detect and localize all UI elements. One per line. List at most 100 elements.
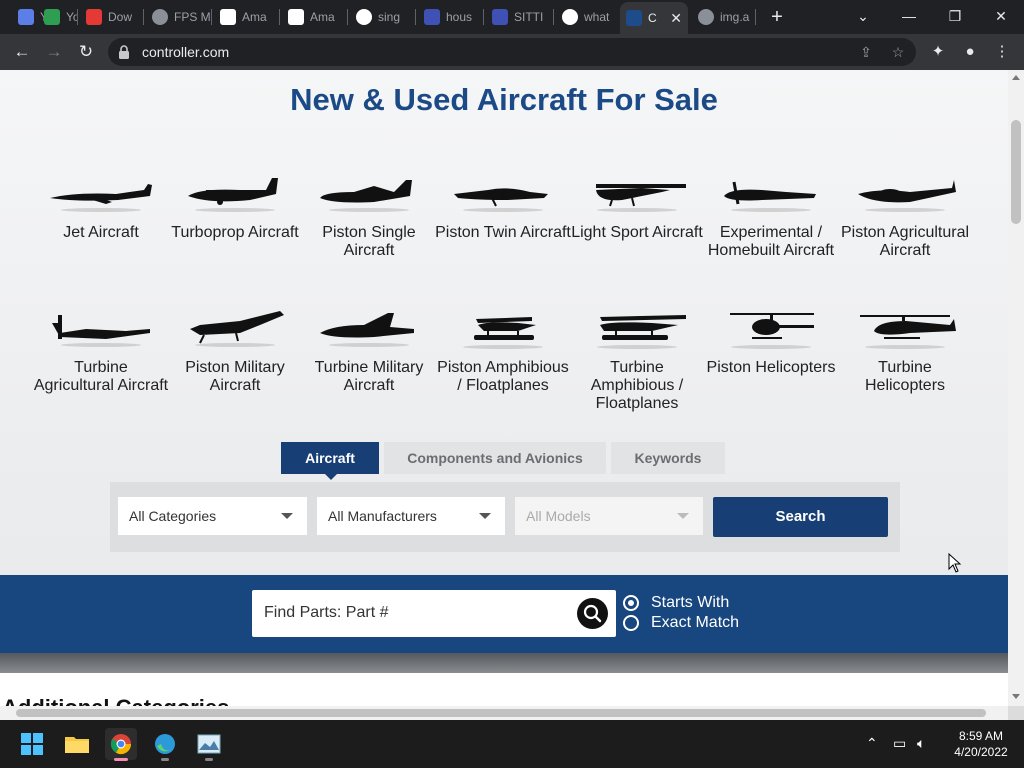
close-tab-icon[interactable]: ✕	[664, 10, 682, 27]
category-light-sport-aircraft[interactable]: Light Sport Aircraft	[569, 168, 705, 242]
browser-tab[interactable]: SITTI	[486, 4, 554, 30]
controller-icon	[626, 10, 642, 26]
check-icon	[44, 9, 60, 25]
scroll-thumb[interactable]	[1011, 120, 1021, 224]
tab-aircraft[interactable]: Aircraft	[281, 442, 379, 480]
turbine-military-aircraft-icon	[320, 313, 414, 347]
category-label: Jet Aircraft	[63, 224, 139, 241]
scroll-thumb[interactable]	[16, 709, 986, 717]
scroll-up-icon[interactable]	[1012, 75, 1020, 80]
horizontal-scrollbar[interactable]	[0, 706, 1008, 720]
chevron-down-icon	[677, 513, 689, 519]
address-bar[interactable]: controller.com ⇪ ☆	[108, 38, 916, 66]
page-title: New & Used Aircraft For Sale	[290, 82, 718, 117]
category-piston-helicopters[interactable]: Piston Helicopters	[703, 303, 839, 377]
google-icon	[562, 9, 578, 25]
category-piston-twin-aircraft[interactable]: Piston Twin Aircraft	[435, 168, 571, 242]
bookmark-star-icon[interactable]: ☆	[890, 44, 906, 60]
amazon-icon	[220, 9, 236, 25]
category-select[interactable]: All Categories	[118, 497, 307, 535]
category-piston-amphibious-floatplanes[interactable]: Piston Amphibious / Floatplanes	[435, 303, 571, 395]
model-select[interactable]: All Models	[515, 497, 703, 535]
browser-tab[interactable]: Yo	[38, 4, 78, 30]
piston-helicopter-icon	[730, 313, 814, 349]
category-jet-aircraft[interactable]: Jet Aircraft	[33, 168, 169, 242]
category-turbine-amphibious-floatplanes[interactable]: Turbine Amphibious / Floatplanes	[569, 303, 705, 413]
radio-starts-with[interactable]: Starts With	[623, 593, 729, 613]
browser-tab[interactable]: hous	[418, 4, 484, 30]
restore-icon[interactable]: ❐	[940, 4, 970, 28]
edge-icon[interactable]	[149, 728, 181, 761]
category-piston-single-aircraft[interactable]: Piston Single Aircraft	[301, 168, 437, 260]
google-icon	[356, 9, 372, 25]
close-window-icon[interactable]: ✕	[986, 4, 1016, 28]
category-label: Light Sport Aircraft	[571, 224, 703, 241]
new-tab-icon[interactable]: +	[766, 6, 788, 28]
jet-aircraft-icon	[50, 184, 152, 212]
system-clock[interactable]: 8:59 AM 4/20/2022	[946, 728, 1016, 760]
search-button[interactable]: Search	[713, 497, 888, 537]
additional-categories-heading: Additional Categories	[2, 695, 229, 706]
browser-tab[interactable]: what	[556, 4, 620, 30]
windows-start-icon[interactable]	[16, 728, 48, 760]
category-label: Piston Single Aircraft	[322, 224, 416, 259]
file-explorer-icon[interactable]	[61, 728, 93, 760]
tab-keywords[interactable]: Keywords	[611, 442, 725, 474]
find-parts-section: Find Parts: Part # Starts With Exact Mat…	[0, 575, 1008, 653]
menu-icon[interactable]: ⋮	[992, 42, 1012, 62]
aircraft-search-panel: All Categories All Manufacturers All Mod…	[110, 482, 900, 552]
radio-selected-icon	[623, 595, 639, 611]
extensions-icon[interactable]: ✦	[928, 42, 948, 62]
forward-icon[interactable]: →	[42, 40, 66, 64]
browser-tab[interactable]: Ama	[282, 4, 348, 30]
browser-tab-active[interactable]: C ✕	[620, 2, 688, 34]
chevron-down-icon	[479, 513, 491, 519]
category-turbine-agricultural-aircraft[interactable]: Turbine Agricultural Aircraft	[33, 303, 169, 395]
arrow-icon	[86, 9, 102, 25]
browser-tab-strip: Yo Yo Dow FPS M Ama Ama sing hous SITTI …	[0, 0, 1024, 34]
category-turboprop-aircraft[interactable]: Turboprop Aircraft	[167, 168, 303, 242]
scroll-corner	[1008, 706, 1024, 720]
taskbar: ⌃ ▭ 🔈︎ 8:59 AM 4/20/2022	[0, 720, 1024, 768]
network-icon[interactable]: ▭	[893, 735, 906, 752]
browser-tab[interactable]: FPS M	[146, 4, 212, 30]
turbine-helicopter-icon	[860, 315, 956, 349]
chevron-up-icon[interactable]: ⌃	[866, 735, 878, 752]
vertical-scrollbar[interactable]	[1008, 70, 1024, 706]
photos-icon[interactable]	[193, 728, 225, 761]
volume-icon[interactable]: 🔈︎	[917, 735, 925, 752]
tab-components-avionics[interactable]: Components and Avionics	[384, 442, 606, 474]
category-piston-military-aircraft[interactable]: Piston Military Aircraft	[167, 303, 303, 395]
category-label: Experimental / Homebuilt Aircraft	[707, 224, 835, 259]
part-number-input[interactable]: Find Parts: Part #	[252, 590, 616, 637]
category-experimental-homebuilt-aircraft[interactable]: Experimental / Homebuilt Aircraft	[703, 168, 839, 260]
share-icon[interactable]: ⇪	[858, 44, 874, 60]
minimize-icon[interactable]: —	[894, 4, 924, 28]
page-viewport: New & Used Aircraft For Sale Jet Aircraf…	[0, 70, 1024, 720]
radio-exact-match[interactable]: Exact Match	[623, 613, 739, 633]
clock-time: 8:59 AM	[958, 729, 1004, 743]
scroll-down-icon[interactable]	[1012, 694, 1020, 699]
piston-agricultural-aircraft-icon	[858, 180, 956, 212]
browser-tab[interactable]: sing	[350, 4, 416, 30]
browser-tab[interactable]: Dow	[80, 4, 144, 30]
category-turbine-military-aircraft[interactable]: Turbine Military Aircraft	[301, 303, 437, 395]
category-piston-agricultural-aircraft[interactable]: Piston Agricultural Aircraft	[837, 168, 973, 260]
tab-search-icon[interactable]: ⌄	[848, 4, 878, 28]
floatplane-icon	[463, 317, 543, 349]
profile-icon[interactable]: ●	[960, 42, 980, 62]
search-icon[interactable]	[577, 598, 608, 629]
browser-tab[interactable]: img.a	[692, 4, 756, 30]
category-label: Piston Helicopters	[706, 359, 836, 376]
reload-icon[interactable]: ↻	[74, 40, 98, 64]
category-turbine-helicopters[interactable]: Turbine Helicopters	[837, 303, 973, 395]
category-label: Turboprop Aircraft	[171, 224, 299, 241]
chrome-icon[interactable]	[105, 728, 137, 761]
experimental-aircraft-icon	[724, 181, 816, 212]
url-text[interactable]: controller.com	[142, 44, 229, 60]
piston-twin-aircraft-icon	[454, 188, 548, 212]
browser-tab[interactable]: Ama	[214, 4, 280, 30]
turboprop-aircraft-icon	[188, 178, 278, 212]
back-icon[interactable]: ←	[10, 40, 34, 64]
manufacturer-select[interactable]: All Manufacturers	[317, 497, 505, 535]
